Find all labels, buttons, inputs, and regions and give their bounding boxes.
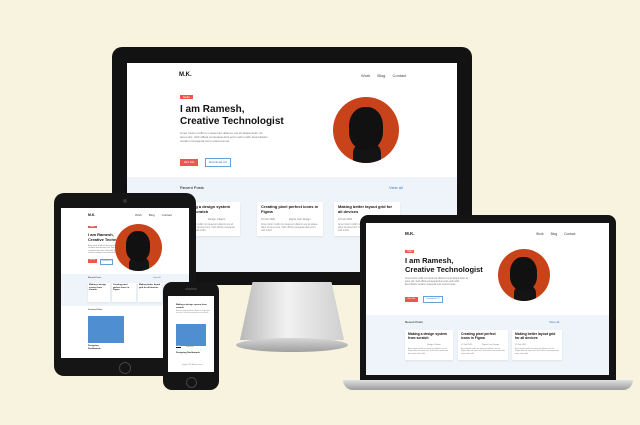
phone-home-button: [186, 377, 197, 388]
featured-work-name: Designing Dashboards: [176, 352, 200, 354]
featured-work-name: Designing Dashboards: [88, 345, 101, 350]
post-title: Creating pixel perfect icons in Figma: [461, 332, 496, 341]
post-card[interactable]: Making a design system from scratch Desi…: [405, 330, 453, 360]
avatar-face: [126, 231, 150, 261]
tablet-camera: [123, 199, 127, 203]
view-all-link[interactable]: View all: [549, 320, 559, 324]
nav-blog[interactable]: Blog: [551, 232, 558, 236]
hello-tag: Hello: [180, 95, 193, 99]
post-title: Making better layout grid for all device…: [139, 284, 161, 289]
headline-line-2: Creative Technologist: [405, 264, 483, 274]
post-title: Making better layout grid for all device…: [515, 332, 556, 341]
profile-avatar: [115, 224, 162, 271]
laptop-screen: M.K. Work Blog Contact Hello I am Ramesh…: [366, 223, 609, 375]
post-title: Making a design system from scratch: [408, 332, 448, 341]
post-category: Figma, Icon Design: [289, 218, 311, 221]
post-desc: Amet minim mollit non deserunt ullamco e…: [515, 348, 559, 355]
hero-headline: I am Ramesh, Creative Technologist: [180, 104, 284, 127]
featured-work-image[interactable]: [88, 316, 124, 343]
hire-me-button[interactable]: Hire Me: [88, 259, 97, 263]
post-desc: Amet minim mollit non deserunt ullamco e…: [261, 223, 318, 233]
post-card[interactable]: Making better layout grid for all device…: [138, 283, 162, 302]
post-title: Making a design system from scratch: [89, 284, 107, 292]
avatar-face: [510, 257, 537, 290]
hero-intro: Amet minim mollit non deserunt ullamco e…: [405, 278, 469, 287]
nav-contact[interactable]: Contact: [564, 232, 575, 236]
hero-headline: I am Ramesh, Creative Technologist: [405, 256, 483, 274]
post-title: Making better layout grid for all device…: [338, 204, 393, 214]
post-card[interactable]: Making a design system from scratch: [88, 283, 110, 302]
post-card[interactable]: Creating pixel perfect icons in Figma 12…: [257, 202, 323, 236]
post-card[interactable]: Making better layout grid for all device…: [512, 330, 562, 360]
featured-work-image[interactable]: [176, 324, 206, 346]
view-all-link[interactable]: View all: [389, 185, 403, 190]
site-logo[interactable]: M.K.: [88, 213, 95, 217]
profile-avatar: [333, 97, 399, 163]
nav-blog[interactable]: Blog: [377, 73, 385, 78]
post-category: Figma, Icon Design: [482, 344, 500, 346]
post-date: 12 Feb 2020: [461, 344, 473, 346]
hire-me-button[interactable]: Hire Me: [405, 297, 418, 302]
nav-contact[interactable]: Contact: [393, 73, 407, 78]
post-title: Making a design system from scratch: [176, 304, 207, 309]
hire-me-button[interactable]: Hire Me: [180, 159, 198, 166]
post-card[interactable]: Creating pixel perfect icons in Figma: [112, 283, 136, 302]
phone-screen: Making a design system from scratch Amet…: [168, 296, 214, 372]
post-date: 12 Feb 2020: [338, 218, 353, 221]
hello-tag: Hello: [88, 226, 97, 228]
headline-line-2: Creative Technologist: [180, 115, 284, 127]
recent-posts-title: Recent Posts: [88, 277, 102, 279]
featured-work-category: Dashboard: [186, 347, 194, 348]
recent-posts-title: Recent Posts: [405, 320, 423, 324]
headline-line-1: I am Ramesh,: [180, 104, 245, 115]
nav-work[interactable]: Work: [536, 232, 544, 236]
post-date: 12 Feb 2020: [261, 218, 276, 221]
download-cv-button[interactable]: Download CV: [100, 259, 113, 265]
top-nav: Work Blog Contact: [129, 213, 172, 217]
tablet-home-button: [119, 362, 131, 374]
download-cv-button[interactable]: Download CV: [205, 158, 231, 167]
avatar-face: [349, 107, 383, 149]
monitor-base: [236, 338, 348, 352]
monitor-stand: [240, 282, 344, 340]
laptop-base: [343, 380, 633, 390]
post-category: Design, Pattern: [208, 218, 226, 221]
top-nav: Work Blog Contact: [355, 73, 406, 78]
post-desc: Amet minim mollit non deserunt ullamco e…: [176, 311, 210, 314]
hero-intro: Amet minim mollit non deserunt ullamco e…: [180, 131, 268, 144]
post-desc: Amet minim mollit non deserunt ullamco e…: [461, 348, 505, 355]
nav-blog[interactable]: Blog: [149, 213, 155, 217]
post-card[interactable]: Creating pixel perfect icons in Figma 12…: [458, 330, 508, 360]
post-category: Design, Pattern: [427, 344, 441, 346]
post-title: Creating pixel perfect icons in Figma: [113, 284, 130, 292]
recent-posts-title: Recent Posts: [180, 185, 204, 190]
top-nav: Work Blog Contact: [530, 232, 575, 236]
profile-avatar: [498, 249, 550, 301]
featured-work-title: Featured Work: [88, 309, 103, 311]
site-logo[interactable]: M.K.: [179, 72, 192, 78]
hello-tag: Hello: [405, 250, 415, 253]
site-logo[interactable]: M.K.: [405, 231, 415, 236]
post-title: Creating pixel perfect icons in Figma: [261, 204, 319, 214]
nav-work[interactable]: Work: [135, 213, 142, 217]
download-cv-button[interactable]: Download CV: [423, 296, 443, 303]
nav-work[interactable]: Work: [361, 73, 370, 78]
post-date: 12 Feb 2020: [515, 344, 527, 346]
view-all-link[interactable]: View all: [153, 277, 161, 279]
post-desc: Amet minim mollit non deserunt ullamco e…: [408, 348, 448, 355]
copyright-text: Copyright ©2020 All rights reserved: [181, 365, 203, 366]
featured-work-year: 2020: [176, 347, 182, 348]
nav-contact[interactable]: Contact: [162, 213, 172, 217]
phone-speaker: [185, 288, 197, 290]
